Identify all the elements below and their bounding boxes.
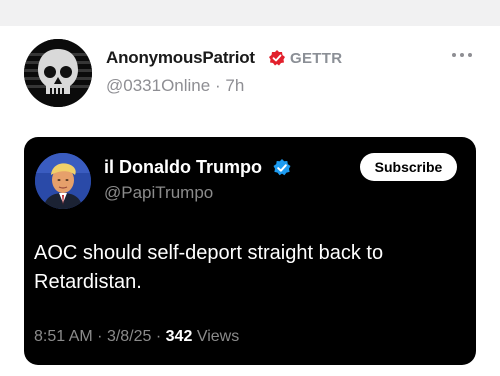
more-options-button[interactable]: [450, 48, 474, 62]
red-verified-badge-icon: [269, 50, 285, 66]
post-author-name[interactable]: AnonymousPatriot: [106, 48, 255, 68]
platform-label: GETTR: [290, 50, 343, 67]
more-options-icon-dot: [452, 53, 456, 57]
skull-avatar-icon: [24, 39, 92, 107]
author-avatar[interactable]: [24, 39, 92, 107]
meta-separator: ·: [155, 328, 162, 345]
embedded-author-handle[interactable]: @PapiTrumpo: [104, 183, 213, 203]
embedded-post-text: AOC should self-deport straight back to …: [34, 242, 384, 293]
portrait-avatar-icon: [35, 153, 91, 209]
top-divider-strip: [0, 0, 500, 26]
meta-separator: ·: [97, 328, 103, 345]
subscribe-button[interactable]: Subscribe: [360, 153, 457, 181]
meta-separator: ·: [214, 76, 221, 95]
embedded-author-avatar[interactable]: [35, 153, 91, 209]
embedded-post-card[interactable]: il Donaldo Trumpo @PapiTrumpo Subscribe …: [24, 137, 476, 365]
author-handle-text[interactable]: @0331Online: [106, 76, 210, 95]
post-age[interactable]: 7h: [225, 76, 244, 95]
post-time: 8:51 AM: [34, 328, 93, 345]
embedded-post-meta: 8:51 AM · 3/8/25 · 342 Views: [34, 328, 239, 346]
post-author-handle: @0331Online · 7h: [106, 76, 244, 96]
blue-verified-badge-icon: [273, 159, 291, 176]
more-options-icon-dot: [468, 53, 472, 57]
post-date: 3/8/25: [106, 328, 152, 345]
embedded-author-name[interactable]: il Donaldo Trumpo: [104, 157, 262, 178]
more-options-icon-dot: [460, 53, 464, 57]
views-label: Views: [196, 328, 240, 345]
views-count: 342: [165, 328, 193, 345]
